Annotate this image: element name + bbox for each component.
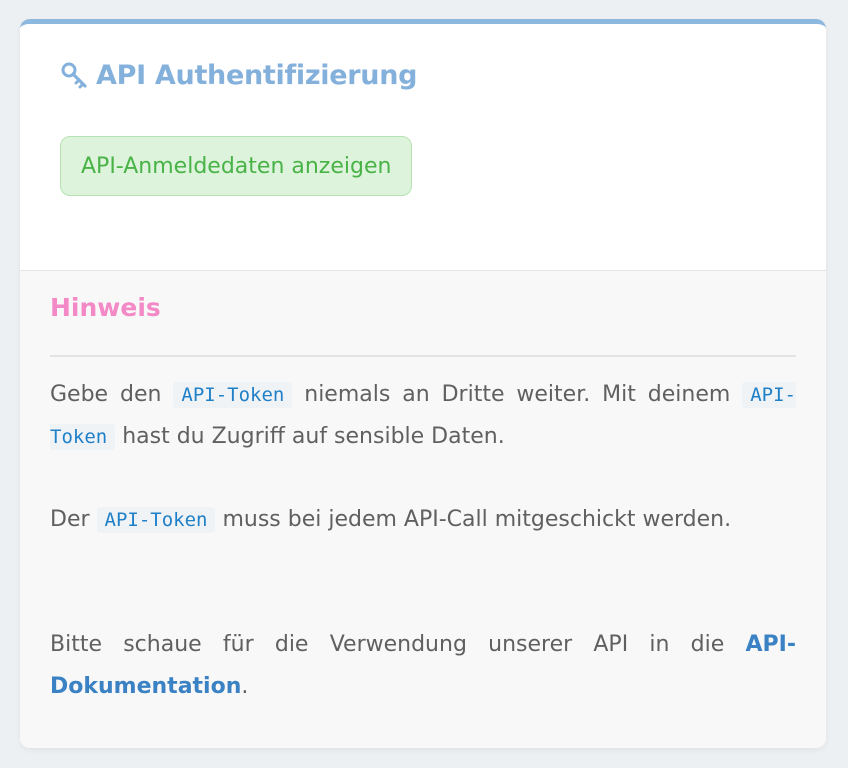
hint-title: Hinweis — [50, 293, 161, 322]
card-title: API Authentifizierung — [60, 60, 417, 91]
key-icon — [60, 61, 90, 91]
hint-section: Hinweis Gebe den API-Token niemals an Dr… — [20, 270, 826, 748]
hint-paragraph-3: Bitte schaue für die Verwendung unserer … — [50, 624, 796, 708]
text: Der — [50, 507, 97, 532]
divider — [50, 355, 796, 357]
card-title-text: API Authentifizierung — [96, 60, 418, 91]
hint-paragraph-2: Der API-Token muss bei jedem API-Call mi… — [50, 499, 796, 541]
text: Gebe den — [50, 382, 174, 407]
text: hast du Zugriff auf sensible Daten. — [115, 424, 505, 449]
text: niemals an Dritte weiter. Mit deinem — [292, 382, 743, 407]
card-body: API Authentifizierung API-Anmeldedaten a… — [20, 24, 826, 270]
api-token-code: API-Token — [173, 382, 293, 408]
text: muss bei jedem API-Call mitgeschickt wer… — [215, 507, 732, 532]
api-auth-card: API Authentifizierung API-Anmeldedaten a… — [20, 19, 826, 748]
hint-paragraph-1: Gebe den API-Token niemals an Dritte wei… — [50, 374, 796, 458]
show-credentials-button[interactable]: API-Anmeldedaten anzeigen — [60, 136, 413, 196]
text: . — [241, 674, 249, 699]
text: Bitte schaue für die Verwendung unserer … — [50, 632, 746, 657]
api-token-code: API-Token — [96, 507, 216, 533]
